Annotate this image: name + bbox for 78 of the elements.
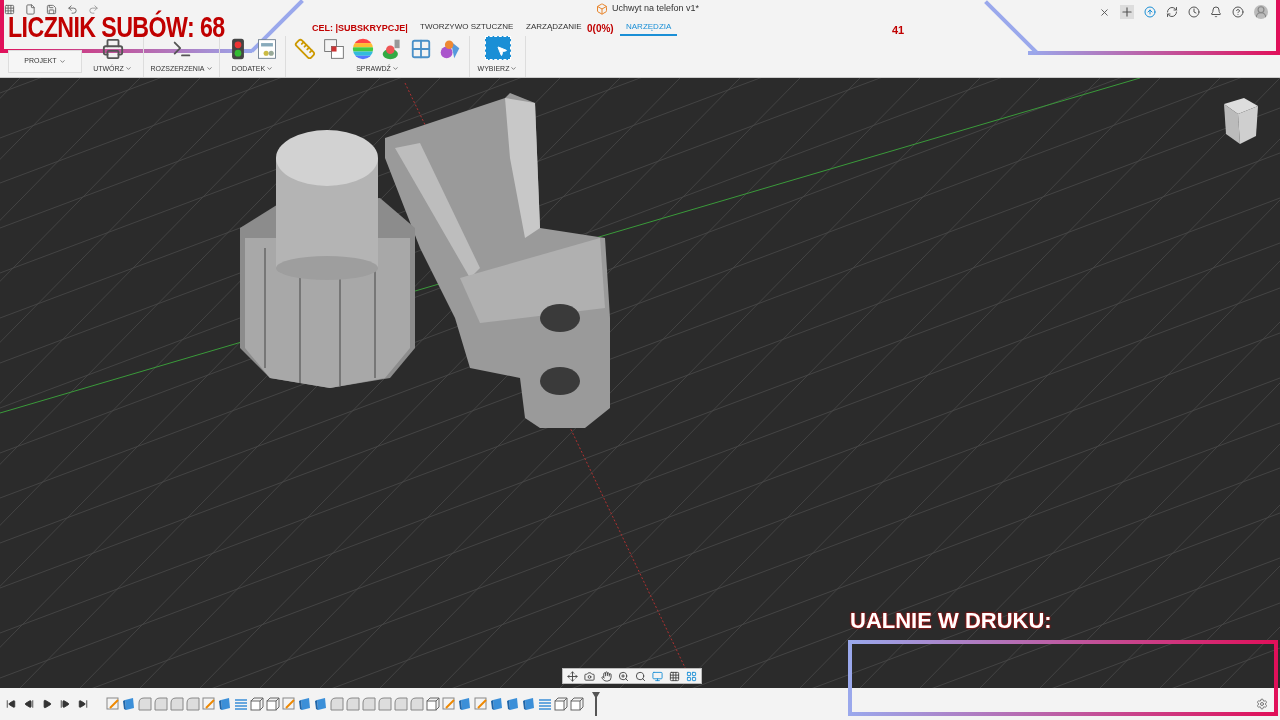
play-icon[interactable] bbox=[42, 699, 52, 709]
timeline-marker-icon[interactable] bbox=[592, 692, 600, 716]
zoom-icon[interactable] bbox=[618, 670, 629, 682]
print-label-text: UALNIE W DRUKU: bbox=[850, 610, 1052, 632]
viewports-icon[interactable] bbox=[686, 670, 697, 682]
avatar-icon[interactable] bbox=[1254, 5, 1268, 19]
box-outline-icon[interactable] bbox=[570, 697, 584, 711]
count-text: 41 bbox=[892, 23, 905, 38]
box-outline-icon[interactable] bbox=[266, 697, 280, 711]
cube-icon[interactable] bbox=[314, 697, 328, 711]
box-outline-icon[interactable] bbox=[250, 697, 264, 711]
caret-icon bbox=[205, 65, 213, 73]
save-icon[interactable] bbox=[46, 3, 57, 15]
stamp-icon[interactable] bbox=[381, 37, 403, 60]
ribbon-tab[interactable]: TWORZYWO SZTUCZNE bbox=[420, 20, 514, 36]
sketch-icon[interactable] bbox=[282, 697, 296, 711]
upload-icon[interactable] bbox=[1144, 6, 1156, 18]
skip-start-icon[interactable] bbox=[6, 699, 16, 709]
sketch-icon[interactable] bbox=[202, 697, 216, 711]
step-forward-icon[interactable] bbox=[60, 699, 70, 709]
settings-icon[interactable] bbox=[1256, 698, 1268, 710]
rounded-corner-icon[interactable] bbox=[170, 697, 184, 711]
caret-icon bbox=[391, 65, 399, 73]
caret-icon bbox=[510, 65, 518, 73]
progress-text: 0(0%) bbox=[587, 22, 614, 36]
cube-icon[interactable] bbox=[458, 697, 472, 711]
cube-icon[interactable] bbox=[218, 697, 232, 711]
sketch-icon[interactable] bbox=[106, 697, 120, 711]
rounded-corner-icon[interactable] bbox=[346, 697, 360, 711]
step-back-icon[interactable] bbox=[24, 699, 34, 709]
orbit-icon[interactable] bbox=[567, 670, 578, 682]
sync-icon[interactable] bbox=[1166, 6, 1178, 18]
select-icon[interactable] bbox=[484, 35, 511, 60]
box-outline-icon[interactable] bbox=[426, 697, 440, 711]
sketch-icon[interactable] bbox=[474, 697, 488, 711]
section-grid-icon[interactable] bbox=[410, 37, 432, 60]
ribbon-tab[interactable]: ZARZĄDZANIE bbox=[526, 20, 582, 36]
sketch-icon[interactable] bbox=[442, 697, 456, 711]
cube-icon bbox=[595, 3, 608, 15]
printer-icon[interactable] bbox=[101, 37, 124, 60]
box-outline-icon[interactable] bbox=[554, 697, 568, 711]
new-tab-icon[interactable] bbox=[1120, 5, 1134, 19]
undo-icon[interactable] bbox=[67, 3, 78, 15]
document-title: Uchwyt na telefon v1* bbox=[611, 2, 699, 16]
clock-icon[interactable] bbox=[1188, 6, 1200, 18]
rainbow-sphere-icon[interactable] bbox=[352, 37, 374, 60]
rounded-corner-icon[interactable] bbox=[330, 697, 344, 711]
rounded-corner-icon[interactable] bbox=[362, 697, 376, 711]
display-icon[interactable] bbox=[652, 670, 663, 682]
camera-icon[interactable] bbox=[584, 670, 595, 682]
skip-end-icon[interactable] bbox=[78, 699, 88, 709]
rounded-corner-icon[interactable] bbox=[410, 697, 424, 711]
close-icon[interactable] bbox=[1099, 6, 1110, 18]
caret-icon bbox=[124, 65, 132, 73]
pan-hand-icon[interactable] bbox=[601, 670, 612, 682]
ruler-icon[interactable] bbox=[294, 37, 316, 60]
rounded-corner-icon[interactable] bbox=[186, 697, 200, 711]
file-icon[interactable] bbox=[25, 3, 36, 15]
caret-icon bbox=[58, 57, 66, 65]
goal-text: CEL: |SUBSKRYPCJE| bbox=[312, 22, 408, 35]
notification-icon[interactable] bbox=[1210, 6, 1222, 18]
cube-icon[interactable] bbox=[490, 697, 504, 711]
overlap-squares-icon[interactable] bbox=[323, 37, 345, 60]
cube-icon[interactable] bbox=[506, 697, 520, 711]
grid-icon[interactable] bbox=[669, 670, 680, 682]
rounded-corner-icon[interactable] bbox=[138, 697, 152, 711]
cube-icon[interactable] bbox=[522, 697, 536, 711]
report-icon[interactable] bbox=[256, 37, 278, 60]
cube-icon[interactable] bbox=[122, 697, 136, 711]
search-icon[interactable] bbox=[635, 670, 646, 682]
rounded-corner-icon[interactable] bbox=[378, 697, 392, 711]
rounded-corner-icon[interactable] bbox=[394, 697, 408, 711]
apps-grid-icon[interactable] bbox=[4, 3, 15, 15]
cube-icon[interactable] bbox=[298, 697, 312, 711]
phone-holder-model-drawing[interactable] bbox=[240, 93, 610, 428]
caret-icon bbox=[266, 65, 274, 73]
rounded-corner-icon[interactable] bbox=[154, 697, 168, 711]
help-icon[interactable] bbox=[1232, 6, 1244, 18]
